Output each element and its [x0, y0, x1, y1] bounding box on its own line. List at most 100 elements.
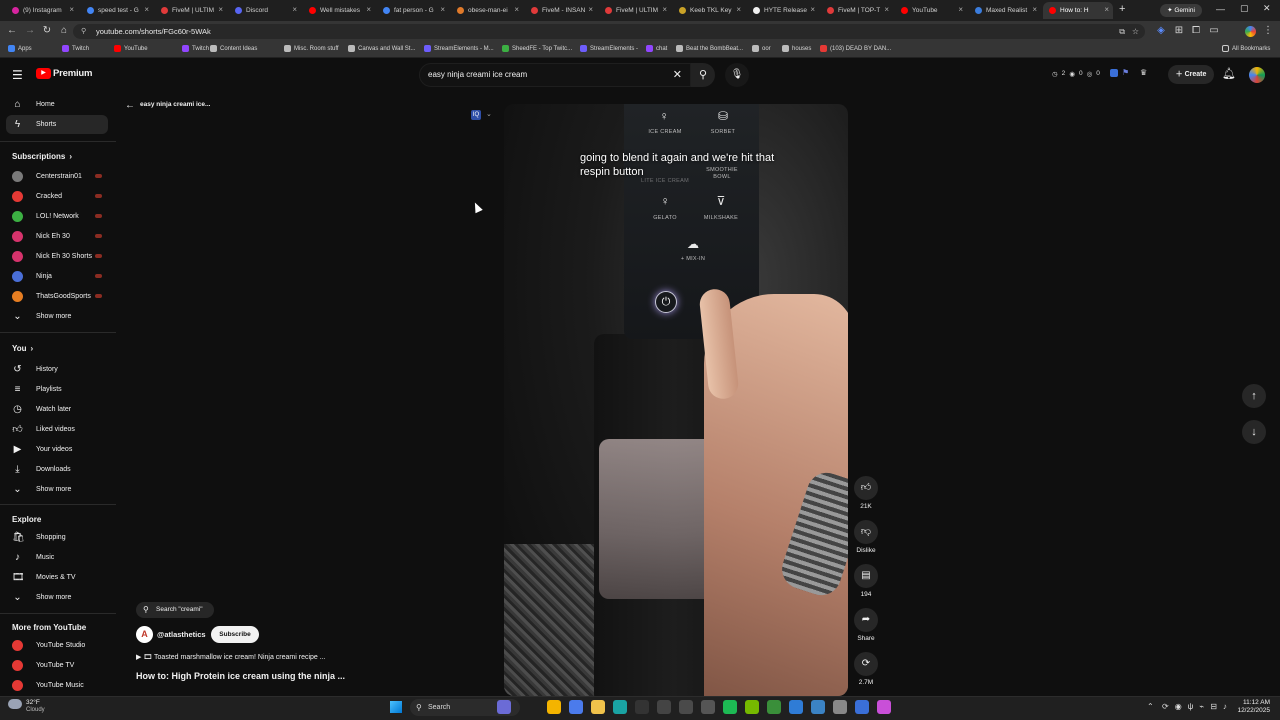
- minimize-icon[interactable]: —: [1216, 4, 1225, 14]
- sidebar-item[interactable]: YouTube Music: [6, 676, 108, 695]
- sidebar-item[interactable]: Nick Eh 30 Shorts: [6, 247, 108, 266]
- close-tab-icon[interactable]: ×: [440, 5, 445, 14]
- bookmark-star-icon[interactable]: ☆: [1132, 24, 1139, 39]
- address-bar[interactable]: ⚲ youtube.com/shorts/FGc60r-5WAk ⧉ ☆: [73, 24, 1145, 39]
- channel-avatar[interactable]: A: [136, 626, 153, 643]
- sidebar-heading[interactable]: Subscriptions ›: [12, 152, 72, 161]
- create-button[interactable]: ＋ Create: [1168, 65, 1214, 84]
- bookmark-item[interactable]: StreamElements -: [580, 45, 638, 52]
- sidebar-item[interactable]: ThatsGoodSports: [6, 287, 108, 306]
- browser-tab[interactable]: YouTube ×: [895, 2, 967, 19]
- account-avatar[interactable]: [1249, 67, 1265, 83]
- app-icon[interactable]: [855, 700, 869, 714]
- close-tab-icon[interactable]: ×: [958, 5, 963, 14]
- browser-tab[interactable]: How to: H ×: [1043, 2, 1113, 19]
- chrome-menu-icon[interactable]: ⋮: [1262, 25, 1274, 37]
- browser-tab[interactable]: speed test - G ×: [81, 2, 153, 19]
- folder-icon[interactable]: [591, 700, 605, 714]
- guide-menu-icon[interactable]: ☰: [12, 68, 23, 82]
- sidebar-item[interactable]: Ninja: [6, 267, 108, 286]
- bookmark-item[interactable]: Twitch: [182, 45, 209, 52]
- maximize-icon[interactable]: ▢: [1240, 3, 1249, 14]
- back-icon[interactable]: ←: [6, 25, 18, 37]
- bookmark-item[interactable]: oor: [752, 45, 771, 52]
- photos-icon[interactable]: [789, 700, 803, 714]
- copilot-icon[interactable]: [569, 700, 583, 714]
- sidebar-item[interactable]: YouTube TV: [6, 656, 108, 675]
- bookmark-item[interactable]: Apps: [8, 45, 32, 52]
- close-tab-icon[interactable]: ×: [588, 5, 593, 14]
- sidebar-item[interactable]: ♪ Music: [6, 548, 108, 567]
- short-title[interactable]: How to: High Protein ice cream using the…: [136, 671, 345, 681]
- bookmark-item[interactable]: Misc. Room stuff: [284, 45, 339, 52]
- bookmark-item[interactable]: Beat the BombBeat...: [676, 45, 743, 52]
- app-icon[interactable]: [877, 700, 891, 714]
- show-more-button[interactable]: ⌄ Show more: [6, 480, 108, 499]
- install-icon[interactable]: ⧉: [1119, 24, 1125, 39]
- sidebar-item[interactable]: ▶ Your videos: [6, 440, 108, 459]
- sidebar-heading[interactable]: You ›: [12, 344, 33, 353]
- extension-badge-icon[interactable]: [1110, 69, 1118, 77]
- sidebar-item[interactable]: Cracked: [6, 187, 108, 206]
- sidebar-item[interactable]: ≡ Playlists: [6, 380, 108, 399]
- browser-tab[interactable]: (9) Instagram ×: [6, 2, 78, 19]
- close-tab-icon[interactable]: ×: [884, 5, 889, 14]
- close-tab-icon[interactable]: ×: [514, 5, 519, 14]
- bookmark-item[interactable]: Twitch: [62, 45, 89, 52]
- remix-button[interactable]: ⟳: [854, 652, 878, 676]
- nvidia-icon[interactable]: [745, 700, 759, 714]
- bookmark-item[interactable]: Canvas and Wall St...: [348, 45, 415, 52]
- sidebar-item[interactable]: YouTube Studio: [6, 636, 108, 655]
- close-tab-icon[interactable]: ×: [366, 5, 371, 14]
- edge-icon[interactable]: [613, 700, 627, 714]
- extension-icon-2[interactable]: ⊞: [1173, 25, 1185, 37]
- bookmark-item[interactable]: Content Ideas: [210, 45, 257, 52]
- shorts-extension-icon[interactable]: IQ: [471, 110, 481, 120]
- browser-tab[interactable]: obese-man-ei ×: [451, 2, 523, 19]
- browser-tab[interactable]: Maxed Realist ×: [969, 2, 1041, 19]
- extension-flag-icon[interactable]: ⚑: [1122, 68, 1129, 77]
- close-tab-icon[interactable]: ×: [218, 5, 223, 14]
- bookmark-item[interactable]: YouTube: [114, 45, 148, 52]
- browser-tab[interactable]: FiveM | TOP-T ×: [821, 2, 893, 19]
- terminal-icon[interactable]: [679, 700, 693, 714]
- bookmark-item[interactable]: houses: [782, 45, 811, 52]
- extension-icon-1[interactable]: ◈: [1155, 25, 1167, 37]
- sidebar-item[interactable]: 🎞︎ Movies & TV: [6, 568, 108, 587]
- voice-search-button[interactable]: 🎙: [725, 63, 749, 87]
- close-window-icon[interactable]: ✕: [1263, 3, 1271, 14]
- subscribe-button[interactable]: Subscribe: [211, 626, 259, 643]
- reload-icon[interactable]: ↻: [41, 25, 53, 37]
- browser-tab[interactable]: fat person - G ×: [377, 2, 449, 19]
- browser-tab[interactable]: Discord ×: [229, 2, 301, 19]
- sidebar-item[interactable]: ◷ Watch later: [6, 400, 108, 419]
- browser-tab[interactable]: HYTE Release ×: [747, 2, 819, 19]
- tray-chevron-icon[interactable]: ⌃: [1147, 702, 1154, 711]
- close-tab-icon[interactable]: ×: [1104, 5, 1109, 14]
- playlist-link[interactable]: ▶ 🎞 Toasted marshmallow ice cream! Ninja…: [136, 653, 326, 661]
- sidebar-item[interactable]: Centerstrain01: [6, 167, 108, 186]
- comments-button[interactable]: ▤: [854, 564, 878, 588]
- extension-stats[interactable]: ◷ 2 ◉ 0 ◎ 0: [1052, 70, 1100, 78]
- settings-icon[interactable]: [833, 700, 847, 714]
- show-more-button[interactable]: ⌄ Show more: [6, 588, 108, 607]
- bookmark-item[interactable]: (103) DEAD BY DAN...: [820, 45, 891, 52]
- bookmark-item[interactable]: StreamElements - M...: [424, 45, 494, 52]
- profile-avatar[interactable]: [1245, 26, 1256, 37]
- extensions-puzzle-icon[interactable]: ⧠: [1190, 25, 1202, 37]
- sidepanel-icon[interactable]: ▭: [1208, 25, 1220, 37]
- tray-icons[interactable]: ⟳◉ψ⌁⊟♪: [1162, 702, 1233, 711]
- close-tab-icon[interactable]: ×: [662, 5, 667, 14]
- sidebar-item[interactable]: 🛍︎ Shopping: [6, 528, 108, 547]
- sidebar-item[interactable]: Nick Eh 30: [6, 227, 108, 246]
- close-tab-icon[interactable]: ×: [736, 5, 741, 14]
- new-tab-icon[interactable]: +: [1119, 3, 1125, 15]
- sidebar-item[interactable]: ↺ History: [6, 360, 108, 379]
- sidebar-item[interactable]: ϟ Shorts: [6, 115, 108, 134]
- close-tab-icon[interactable]: ×: [69, 5, 74, 14]
- back-arrow-icon[interactable]: ←: [125, 100, 135, 111]
- notifications-bell-icon[interactable]: 🔔︎: [1222, 67, 1236, 80]
- browser-tab[interactable]: Well mistakes ×: [303, 2, 375, 19]
- browser-tab[interactable]: FiveM | ULTIM ×: [599, 2, 671, 19]
- like-button[interactable]: 👍︎: [854, 476, 878, 500]
